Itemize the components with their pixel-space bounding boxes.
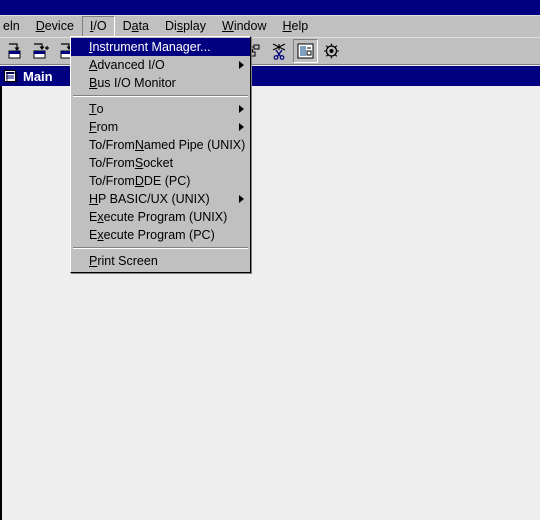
submenu-arrow-icon bbox=[239, 61, 244, 69]
menubar-item-eln[interactable]: eln bbox=[0, 16, 28, 37]
add-instrument-icon[interactable] bbox=[3, 39, 28, 63]
menu-item-advanced-i-o[interactable]: Advanced I/O bbox=[71, 56, 250, 74]
menu-item-execute-program-pc[interactable]: Ex ecute Program (PC) bbox=[71, 226, 250, 244]
menubar-item-window[interactable]: Window bbox=[214, 16, 274, 37]
menu-item-to-from-socket[interactable]: To/From Socket bbox=[71, 154, 250, 172]
submenu-arrow-icon bbox=[239, 105, 244, 113]
io-dropdown-menu: Instrument Manager... Advanced I/O Bus I/O… bbox=[70, 36, 251, 273]
run-icon[interactable] bbox=[319, 39, 344, 63]
menu-item-instrument-manager[interactable]: Instrument Manager... bbox=[71, 38, 250, 56]
menubar-item-device[interactable]: Device bbox=[28, 16, 82, 37]
menu-item-execute-program-unix[interactable]: Ex ecute Program (UNIX) bbox=[71, 208, 250, 226]
menu-bar: eln Device I/O Da ta Di s play Window Help bbox=[0, 15, 540, 37]
menu-item-to-from-named-pipe-unix[interactable]: To/From Named Pipe (UNIX) bbox=[71, 136, 250, 154]
mdi-child-title: Main bbox=[23, 68, 53, 84]
menu-item-from[interactable]: From bbox=[71, 118, 250, 136]
menu-item-hp-basic-ux-unix[interactable]: HP BASIC/UX (UNIX) bbox=[71, 190, 250, 208]
menu-item-to-from-dde-pc[interactable]: To/From D DE (PC) bbox=[71, 172, 250, 190]
panel-view-icon[interactable] bbox=[293, 39, 318, 63]
main-window-titlebar bbox=[0, 0, 540, 15]
menubar-item-help[interactable]: Help bbox=[275, 16, 317, 37]
document-icon[interactable] bbox=[3, 69, 19, 83]
cut-line-icon[interactable] bbox=[267, 39, 292, 63]
menubar-item-data[interactable]: Da ta bbox=[115, 16, 157, 37]
menu-item-print-screen[interactable]: Print Screen bbox=[71, 252, 250, 270]
submenu-arrow-icon bbox=[239, 123, 244, 131]
menu-item-to[interactable]: To bbox=[71, 100, 250, 118]
menu-separator bbox=[73, 247, 248, 249]
application-window: eln Device I/O Da ta Di s play Window Help bbox=[0, 0, 540, 520]
add-device-icon[interactable] bbox=[29, 39, 54, 63]
menubar-item-display[interactable]: Di s play bbox=[157, 16, 214, 37]
menubar-item-i-o[interactable]: I/O bbox=[81, 16, 115, 37]
menu-item-bus-i-o-monitor[interactable]: Bus I/O Monitor bbox=[71, 74, 250, 92]
submenu-arrow-icon bbox=[239, 195, 244, 203]
menu-separator bbox=[73, 95, 248, 97]
